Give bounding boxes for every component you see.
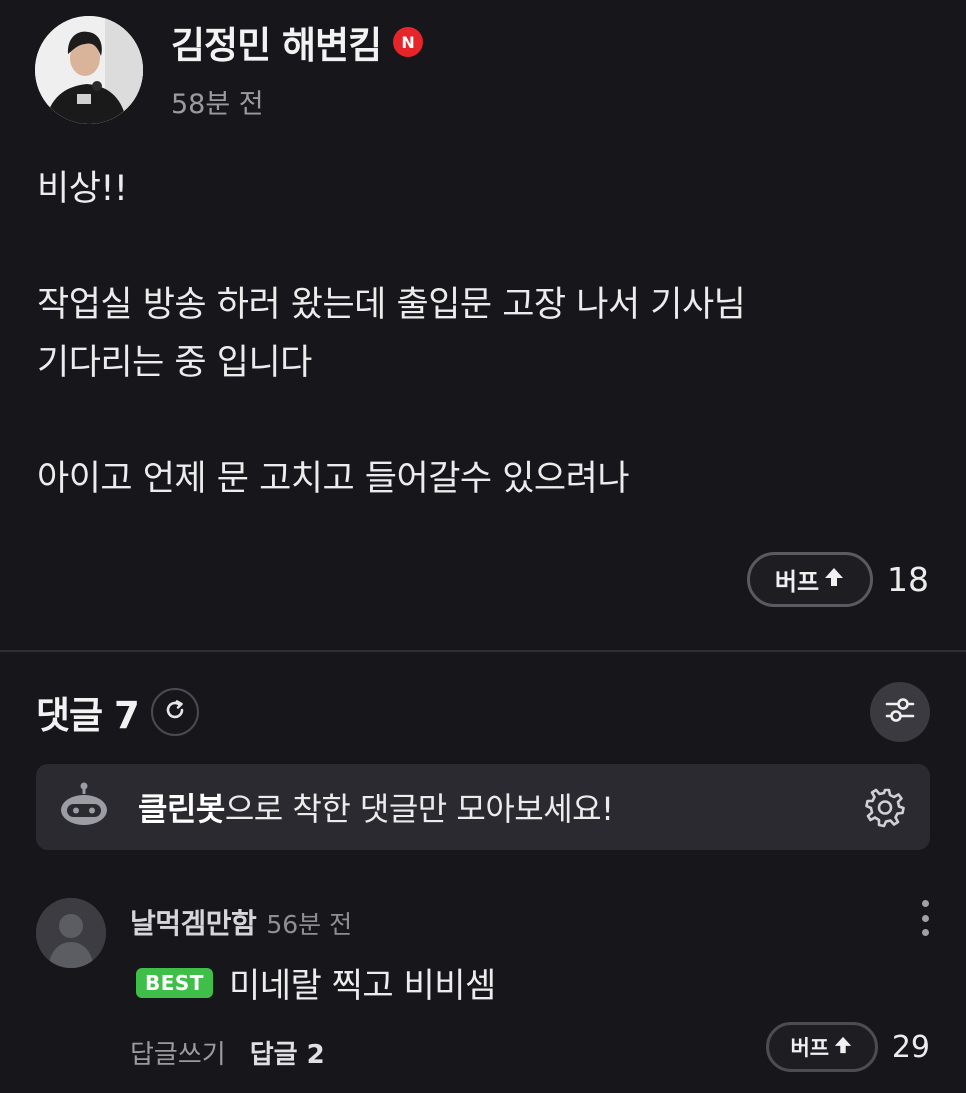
refresh-icon (163, 698, 187, 726)
more-vertical-icon[interactable] (920, 900, 930, 936)
post-time: 58분 전 (171, 89, 264, 120)
author-name-row: 김정민 해변킴 N (171, 15, 424, 69)
post-line: 작업실 방송 하러 왔는데 출입문 고장 나서 기사님 (37, 285, 746, 325)
comment-meta: 날먹겜만함 56분 전 (130, 902, 352, 942)
comments-title: 댓글 7 (36, 685, 140, 739)
arrow-up-icon (823, 566, 845, 594)
author-name[interactable]: 김정민 해변킴 (171, 15, 382, 69)
buff-count: 18 (887, 560, 929, 599)
best-badge: BEST (136, 967, 213, 998)
reply-write-button[interactable]: 답글쓰기 (130, 1034, 226, 1071)
post-body: 비상!! 작업실 방송 하러 왔는데 출입문 고장 나서 기사님 기다리는 중 … (37, 160, 937, 508)
divider (0, 650, 966, 652)
more-dot (921, 900, 929, 907)
comment-item: 날먹겜만함 56분 전 BEST 미네랄 찍고 비비셈 답글쓰기 답글 2 버프… (36, 896, 930, 1086)
post-line: 비상!! (37, 169, 128, 209)
default-user-icon (36, 898, 106, 968)
post-line (37, 392, 937, 450)
buff-label: 버프 (774, 568, 820, 596)
post-line: 아이고 언제 문 고치고 들어갈수 있으려나 (37, 459, 630, 499)
cleanbot-banner[interactable]: 클린봇으로 착한 댓글만 모아보세요! (36, 764, 930, 850)
comment-actions: 답글쓰기 답글 2 (130, 1034, 325, 1071)
comment-body: BEST 미네랄 찍고 비비셈 (136, 958, 496, 1007)
arrow-up-icon (833, 1035, 853, 1060)
post-author-row: 김정민 해변킴 N 58분 전 (35, 15, 424, 124)
author-info: 김정민 해변킴 N 58분 전 (171, 15, 424, 121)
comment-author[interactable]: 날먹겜만함 (130, 902, 257, 942)
new-badge: N (393, 27, 424, 57)
comments-header: 댓글 7 (36, 686, 199, 738)
reply-count-button[interactable]: 답글 2 (250, 1034, 325, 1071)
page: 김정민 해변킴 N 58분 전 비상!! 작업실 방송 하러 왔는데 출입문 고… (0, 0, 966, 1093)
cleanbot-robot-icon (56, 779, 112, 835)
author-avatar[interactable] (35, 16, 143, 124)
comment-buff: 버프 29 (765, 1022, 930, 1072)
post-line (37, 218, 937, 276)
comment-avatar[interactable] (36, 898, 106, 968)
comments-label: 댓글 (36, 694, 103, 737)
comment-buff-count: 29 (891, 1029, 930, 1065)
comment-time: 56분 전 (266, 910, 353, 939)
filter-sliders-icon (883, 693, 917, 731)
filter-button[interactable] (870, 682, 930, 742)
more-dot (921, 914, 929, 922)
refresh-button[interactable] (150, 688, 199, 736)
post-buff: 버프 18 (747, 552, 929, 607)
more-dot (921, 929, 929, 936)
author-photo (35, 16, 143, 124)
comments-count: 7 (113, 694, 140, 737)
comment-buff-button[interactable]: 버프 (765, 1022, 878, 1072)
cleanbot-text: 클린봇으로 착한 댓글만 모아보세요! (138, 784, 614, 830)
cleanbot-name: 클린봇 (138, 790, 225, 828)
post-line: 기다리는 중 입니다 (37, 343, 312, 383)
buff-label: 버프 (790, 1036, 830, 1060)
settings-gear-icon[interactable] (862, 784, 908, 830)
buff-button[interactable]: 버프 (747, 552, 873, 607)
comment-text: 미네랄 찍고 비비셈 (228, 966, 496, 1006)
cleanbot-message: 으로 착한 댓글만 모아보세요! (224, 790, 614, 828)
